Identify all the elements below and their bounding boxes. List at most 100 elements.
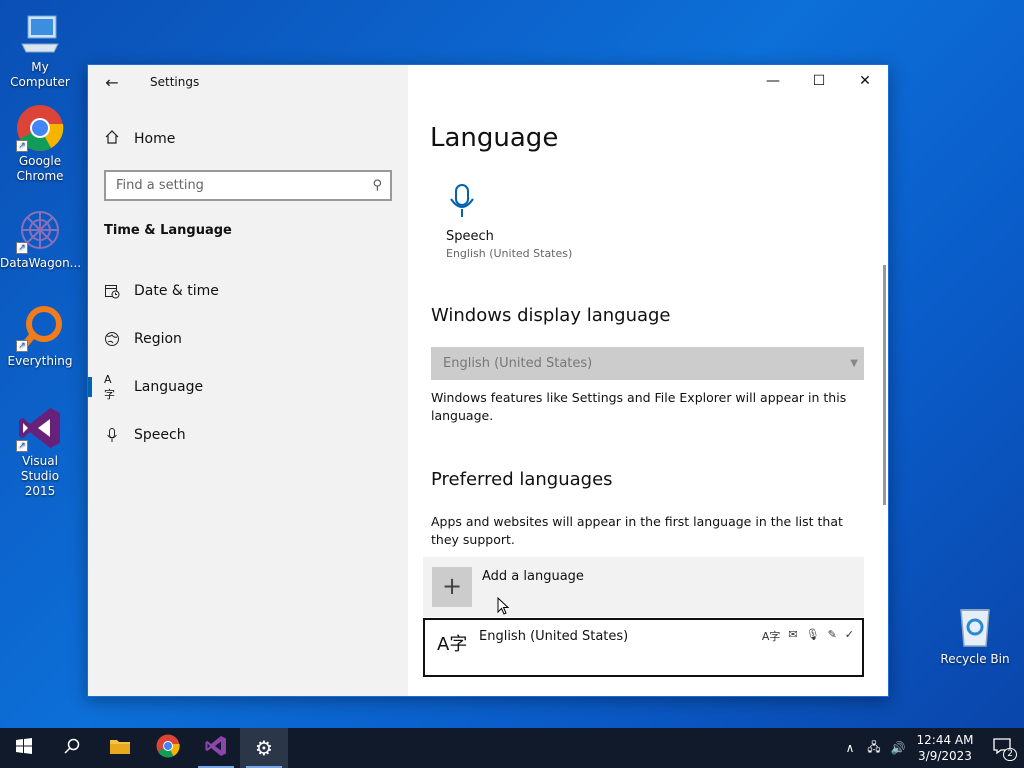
language-icon: A字 bbox=[437, 634, 468, 655]
taskbar-visual-studio[interactable] bbox=[192, 728, 240, 768]
content-scrollbar[interactable] bbox=[883, 265, 886, 505]
desktop-icon-label: Recycle Bin bbox=[940, 652, 1010, 666]
desktop-icon-recycle-bin[interactable]: Recycle Bin bbox=[935, 602, 1015, 667]
nav-item-language[interactable]: A字 Language bbox=[88, 367, 408, 407]
language-icon: A字 bbox=[104, 372, 115, 401]
shortcut-arrow-icon: ↗ bbox=[16, 242, 28, 254]
close-icon: ✕ bbox=[859, 73, 871, 89]
globe-icon bbox=[104, 331, 120, 347]
close-button[interactable]: ✕ bbox=[842, 65, 888, 97]
display-language-heading: Windows display language bbox=[431, 305, 671, 326]
system-tray: ∧ 🖧 🔊 12:44 AM 3/9/2023 2 bbox=[838, 728, 1024, 768]
desktop-icon-everything[interactable]: ↗ Everything bbox=[0, 304, 80, 369]
gear-icon: ⚙ bbox=[255, 736, 273, 760]
nav-item-date-time[interactable]: Date & time bbox=[88, 271, 408, 311]
nav-home[interactable]: Home bbox=[104, 129, 175, 149]
desktop-icon-label: DataWagon... bbox=[0, 256, 82, 270]
clock-date: 3/9/2023 bbox=[918, 749, 972, 763]
start-button[interactable] bbox=[0, 728, 48, 768]
maximize-icon: ☐ bbox=[812, 73, 826, 89]
nav-section-title: Time & Language bbox=[104, 223, 232, 238]
back-button[interactable]: ← bbox=[100, 71, 124, 95]
nav-home-label: Home bbox=[134, 131, 176, 147]
search-icon[interactable]: ⚲ bbox=[372, 178, 382, 193]
find-setting-search-box[interactable]: ⚲ bbox=[104, 170, 392, 201]
shortcut-arrow-icon: ↗ bbox=[16, 140, 28, 152]
desktop-icon-google-chrome[interactable]: ↗ Google Chrome bbox=[0, 104, 80, 184]
taskbar-search-button[interactable] bbox=[48, 728, 96, 768]
visual-studio-icon: ↗ bbox=[16, 404, 64, 452]
window-controls: — ☐ ✕ bbox=[750, 65, 888, 97]
settings-content-pane: — ☐ ✕ Language Speech English (United St… bbox=[408, 65, 888, 696]
plus-icon: + bbox=[432, 567, 472, 607]
desktop-icon-label: Google Chrome bbox=[16, 154, 64, 183]
handwriting-feature-icon: ✎ bbox=[827, 628, 837, 641]
action-center-button[interactable]: 2 bbox=[980, 728, 1024, 768]
window-title: Settings bbox=[150, 75, 200, 89]
speech-tile-sublabel: English (United States) bbox=[446, 247, 573, 260]
page-title: Language bbox=[430, 123, 559, 153]
search-icon bbox=[64, 738, 80, 758]
home-icon bbox=[104, 129, 120, 149]
taskbar-file-explorer[interactable] bbox=[96, 728, 144, 768]
taskbar: ⚙ ∧ 🖧 🔊 12:44 AM 3/9/2023 2 bbox=[0, 728, 1024, 768]
mouse-pointer-icon bbox=[497, 596, 510, 615]
shortcut-arrow-icon: ↗ bbox=[16, 440, 28, 452]
preferred-languages-heading: Preferred languages bbox=[431, 469, 613, 490]
microphone-icon bbox=[446, 184, 478, 223]
speaker-icon: 🔊 bbox=[890, 741, 906, 755]
notification-icon: 2 bbox=[993, 738, 1017, 761]
visual-studio-icon bbox=[204, 734, 228, 762]
shortcut-arrow-icon: ↗ bbox=[16, 340, 28, 352]
chevron-down-icon: ▼ bbox=[850, 358, 858, 369]
nav-item-label: Language bbox=[134, 379, 204, 395]
language-list-item[interactable]: A字 English (United States) A字 ✉ 🎙 ✎ ✓ bbox=[423, 618, 864, 677]
language-name: English (United States) bbox=[479, 629, 629, 644]
display-language-description: Windows features like Settings and File … bbox=[431, 390, 847, 423]
settings-window: ← Settings Home ⚲ Time & Language Date &… bbox=[87, 64, 889, 697]
display-language-feature-icon: A字 bbox=[761, 630, 781, 643]
maximize-button[interactable]: ☐ bbox=[796, 65, 842, 97]
nav-item-label: Speech bbox=[134, 427, 186, 443]
desktop-icon-my-computer[interactable]: My Computer bbox=[0, 10, 80, 90]
nav-item-speech[interactable]: Speech bbox=[88, 415, 408, 455]
spellcheck-feature-icon: ✓ bbox=[844, 628, 854, 641]
back-arrow-icon: ← bbox=[105, 73, 119, 92]
taskbar-chrome[interactable] bbox=[144, 728, 192, 768]
display-language-dropdown[interactable]: English (United States) ▼ bbox=[431, 347, 864, 380]
text-to-speech-feature-icon: ✉ bbox=[788, 628, 798, 641]
show-hidden-icons-button[interactable]: ∧ bbox=[838, 728, 862, 768]
nav-item-label: Region bbox=[134, 331, 182, 347]
chrome-icon: ↗ bbox=[16, 104, 64, 152]
preferred-languages-description: Apps and websites will appear in the fir… bbox=[431, 514, 843, 547]
find-setting-input[interactable] bbox=[106, 172, 356, 199]
chevron-up-icon: ∧ bbox=[845, 741, 855, 755]
desktop-icon-visual-studio[interactable]: ↗ Visual Studio 2015 bbox=[0, 404, 80, 499]
speech-recognition-feature-icon: 🎙 bbox=[805, 628, 820, 641]
everything-search-icon: ↗ bbox=[16, 304, 64, 352]
speech-tile[interactable]: Speech English (United States) bbox=[446, 183, 596, 260]
computer-icon bbox=[16, 10, 64, 58]
dropdown-selected-value: English (United States) bbox=[443, 356, 593, 371]
add-language-label: Add a language bbox=[482, 569, 584, 584]
microphone-icon bbox=[104, 427, 120, 443]
nav-item-region[interactable]: Region bbox=[88, 319, 408, 359]
folder-icon bbox=[109, 737, 131, 759]
recycle-bin-icon bbox=[951, 602, 999, 650]
speech-tile-label: Speech bbox=[446, 229, 494, 244]
windows-logo-icon bbox=[16, 738, 32, 758]
desktop-icon-label: Everything bbox=[7, 354, 73, 368]
taskbar-settings[interactable]: ⚙ bbox=[240, 728, 288, 768]
minimize-button[interactable]: — bbox=[750, 65, 796, 97]
language-features: A字 ✉ 🎙 ✎ ✓ bbox=[762, 628, 854, 644]
add-language-button[interactable]: + Add a language bbox=[423, 557, 864, 617]
calendar-clock-icon bbox=[104, 283, 120, 299]
network-button[interactable]: 🖧 bbox=[862, 728, 886, 768]
clock[interactable]: 12:44 AM 3/9/2023 bbox=[910, 732, 980, 764]
volume-button[interactable]: 🔊 bbox=[886, 728, 910, 768]
desktop-icon-datawagon[interactable]: ↗ DataWagon... bbox=[0, 206, 82, 271]
settings-nav-pane: ← Settings Home ⚲ Time & Language Date &… bbox=[88, 65, 408, 696]
notification-count-badge: 2 bbox=[1003, 748, 1017, 761]
network-icon: 🖧 bbox=[867, 739, 881, 754]
minimize-icon: — bbox=[766, 73, 780, 89]
